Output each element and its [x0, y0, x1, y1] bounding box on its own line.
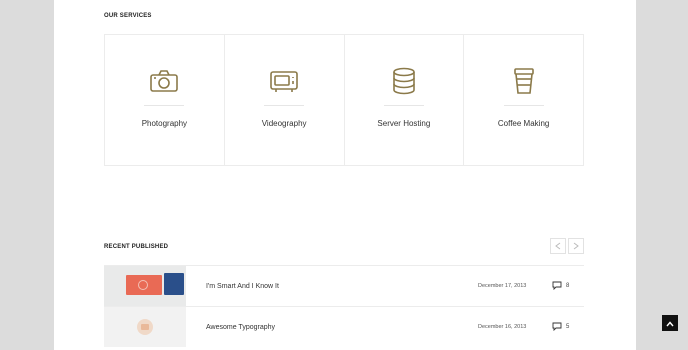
list-item[interactable]: Awesome Typography December 16, 2013 5: [104, 306, 584, 347]
chevron-right-icon: [573, 237, 579, 255]
comment-count[interactable]: 5: [552, 322, 569, 333]
comment-count-value: 8: [566, 283, 570, 289]
service-label: Videography: [261, 119, 307, 128]
main-content: OUR SERVICES Photography Videography Ser…: [54, 0, 636, 350]
service-videography[interactable]: Videography: [225, 35, 345, 165]
carousel-nav: [550, 238, 584, 254]
service-label: Photography: [141, 119, 188, 128]
chevron-up-icon: [666, 314, 674, 332]
coffee-cup-icon: [509, 67, 539, 95]
post-title-link[interactable]: I'm Smart And I Know It: [206, 283, 279, 290]
post-date: December 17, 2013: [478, 283, 527, 289]
service-divider: [144, 105, 185, 106]
recent-posts-list: I'm Smart And I Know It December 17, 201…: [104, 265, 584, 347]
comment-icon: [552, 322, 562, 333]
services-title: OUR SERVICES: [104, 13, 152, 19]
service-divider: [264, 105, 305, 106]
service-label: Coffee Making: [497, 119, 550, 128]
back-to-top-button[interactable]: [662, 315, 678, 331]
tv-icon: [269, 67, 299, 95]
comment-count-value: 5: [566, 324, 570, 330]
carousel-prev-button[interactable]: [550, 238, 566, 254]
service-coffee-making[interactable]: Coffee Making: [464, 35, 583, 165]
chevron-left-icon: [555, 237, 561, 255]
service-divider: [383, 105, 424, 106]
recent-published-title: RECENT PUBLISHED: [104, 244, 169, 250]
post-date: December 16, 2013: [478, 324, 527, 330]
services-grid: Photography Videography Server Hosting C…: [104, 34, 584, 166]
carousel-next-button[interactable]: [568, 238, 584, 254]
comment-icon: [552, 281, 562, 292]
post-thumbnail[interactable]: [104, 266, 186, 306]
list-item[interactable]: I'm Smart And I Know It December 17, 201…: [104, 265, 584, 306]
service-server-hosting[interactable]: Server Hosting: [345, 35, 465, 165]
service-photography[interactable]: Photography: [105, 35, 225, 165]
post-thumbnail[interactable]: [104, 307, 186, 347]
camera-icon: [149, 67, 179, 95]
database-icon: [389, 67, 419, 95]
comment-count[interactable]: 8: [552, 281, 569, 292]
service-divider: [503, 105, 544, 106]
service-label: Server Hosting: [377, 119, 431, 128]
post-title-link[interactable]: Awesome Typography: [206, 324, 275, 331]
